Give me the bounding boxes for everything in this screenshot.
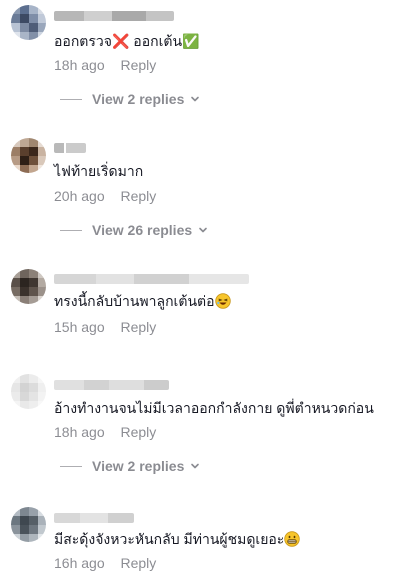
divider-line	[60, 98, 82, 100]
comment-meta: 18h ago Reply	[54, 56, 156, 74]
username-censored[interactable]	[54, 11, 174, 21]
username-censored[interactable]	[54, 380, 169, 390]
avatar[interactable]	[11, 138, 46, 173]
grinning-face-icon	[284, 531, 301, 547]
comment-time: 16h ago	[54, 555, 105, 571]
reply-button[interactable]: Reply	[121, 188, 157, 204]
username-censored[interactable]	[54, 274, 249, 284]
comment-meta: 18h ago Reply	[54, 423, 156, 441]
divider-line	[60, 229, 82, 231]
chevron-down-icon	[191, 96, 200, 102]
username-censored[interactable]	[54, 513, 134, 523]
avatar[interactable]	[11, 5, 46, 40]
chevron-down-icon	[191, 463, 200, 469]
divider-line	[60, 465, 82, 467]
comment-text: ไฟท้ายเริ่ดมาก	[54, 163, 144, 179]
view-replies-button[interactable]: View 2 replies	[60, 457, 200, 475]
comment-time: 18h ago	[54, 57, 105, 73]
comment-time: 18h ago	[54, 424, 105, 440]
laughing-face-icon	[214, 293, 231, 309]
reply-button[interactable]: Reply	[121, 424, 157, 440]
comment-text: ทรงนี้กลับบ้านพาลูกเต้นต่อ	[54, 292, 231, 310]
comments-panel: { "comments": [ { "text": "ออกตรวจ❌ ออกเ…	[0, 0, 400, 582]
comment-text: ออกตรวจ❌ ออกเต้น✅	[54, 33, 200, 49]
comment-meta: 16h ago Reply	[54, 554, 156, 572]
avatar[interactable]	[11, 269, 46, 304]
reply-button[interactable]: Reply	[121, 319, 157, 335]
chevron-down-icon	[199, 227, 207, 233]
avatar[interactable]	[11, 507, 46, 542]
username-censored[interactable]	[54, 143, 86, 153]
comment-time: 15h ago	[54, 319, 105, 335]
reply-button[interactable]: Reply	[121, 555, 157, 571]
reply-button[interactable]: Reply	[121, 57, 157, 73]
comment-time: 20h ago	[54, 188, 105, 204]
comment-meta: 15h ago Reply	[54, 318, 156, 336]
view-replies-button[interactable]: View 26 replies	[60, 221, 208, 239]
comment-meta: 20h ago Reply	[54, 187, 156, 205]
comment-text: อ้างทำงานจนไม่มีเวลาออกกำลังกาย ดูพี่ตำห…	[54, 400, 374, 416]
comment-text: มีสะดุ้งจังหวะหันกลับ มีท่านผู้ชมดูเยอะ	[54, 530, 301, 548]
avatar[interactable]	[11, 374, 46, 409]
view-replies-button[interactable]: View 2 replies	[60, 90, 200, 108]
